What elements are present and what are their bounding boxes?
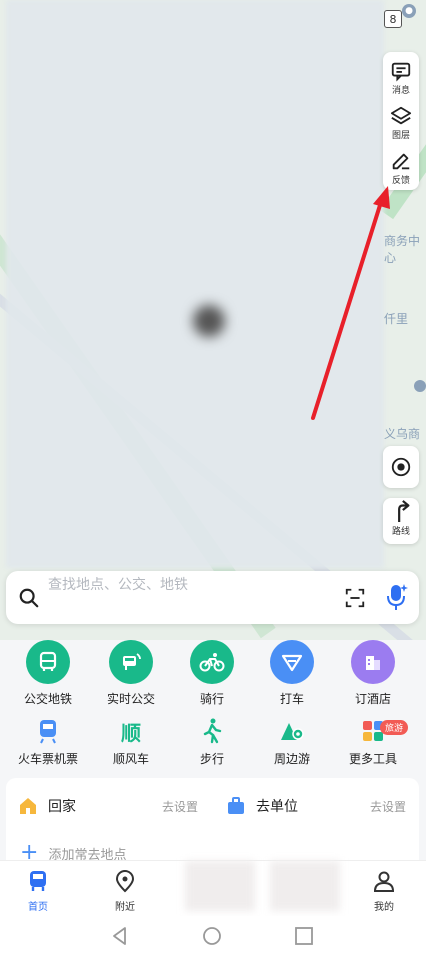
- carpool-icon: 顺: [121, 720, 141, 745]
- walking-icon: [197, 716, 227, 746]
- person-icon: [373, 871, 395, 892]
- search-input[interactable]: 查找地点、公交、地铁: [48, 574, 188, 594]
- secondary-action-label: 步行: [199, 752, 224, 766]
- nav-profile-label: 我的: [374, 902, 394, 913]
- home-circle-icon[interactable]: [202, 926, 222, 946]
- map-label: 仟里: [384, 312, 409, 326]
- mountain-pin-icon: [277, 716, 307, 746]
- walking-button[interactable]: 步行: [170, 706, 254, 767]
- target-icon: [391, 457, 411, 477]
- voice-assistant-icon[interactable]: [384, 583, 408, 611]
- secondary-action-label: 周边游: [273, 752, 310, 766]
- taxi-icon: [270, 640, 314, 684]
- location-pin-icon: ●: [402, 4, 416, 18]
- carpool-button[interactable]: 顺 顺风车: [89, 706, 173, 767]
- system-nav-bar: [0, 916, 426, 956]
- bicycle-icon: [190, 640, 234, 684]
- realtime-bus-button[interactable]: 实时公交: [89, 632, 173, 707]
- layers-icon: [390, 106, 412, 125]
- blurred-location-marker: [193, 305, 225, 337]
- route-arrow-icon: [398, 500, 410, 522]
- secondary-action-label: 火车票机票: [17, 752, 78, 766]
- map-label: 商务中心: [384, 234, 421, 265]
- home-icon: [20, 798, 36, 814]
- work-shortcut[interactable]: 去单位: [226, 796, 298, 816]
- quick-action-label: 骑行: [199, 692, 224, 706]
- home-set-link[interactable]: 去设置: [162, 798, 198, 815]
- taxi-button[interactable]: 打车: [250, 632, 334, 707]
- map-label: 义乌商: [384, 427, 421, 441]
- search-icon: [19, 588, 39, 608]
- quick-action-label: 订酒店: [354, 692, 391, 706]
- nav-home[interactable]: 首页: [8, 869, 68, 913]
- route-button[interactable]: 路线: [383, 498, 419, 544]
- map-view[interactable]: 8 ● 商务中心 仟里 义乌商: [0, 0, 426, 640]
- scan-icon[interactable]: [344, 587, 366, 609]
- bus-subway-button[interactable]: 公交地铁: [6, 632, 90, 707]
- work-set-link[interactable]: 去设置: [370, 798, 406, 815]
- travel-badge: 旅游: [380, 720, 409, 735]
- quick-action-label: 打车: [279, 692, 304, 706]
- layers-button[interactable]: 图层: [383, 99, 419, 143]
- nav-nearby-label: 附近: [115, 902, 135, 913]
- nearby-tour-button[interactable]: 周边游: [250, 706, 334, 767]
- layers-label: 图层: [391, 131, 410, 141]
- poi-marker-icon: [414, 380, 426, 392]
- blurred-nav-item: [185, 861, 255, 911]
- grid-apps-icon: 旅游: [358, 716, 409, 746]
- map-toolbar: 消息 图层 反馈: [383, 52, 419, 190]
- status-badge: 8: [384, 10, 402, 28]
- map-pin-icon: [115, 870, 135, 893]
- locate-me-button[interactable]: [383, 446, 419, 488]
- realtime-bus-icon: [109, 640, 153, 684]
- feedback-button[interactable]: 反馈: [383, 144, 419, 188]
- blurred-nav-item: [270, 861, 340, 911]
- pencil-icon: [392, 153, 410, 170]
- briefcase-icon: [228, 797, 244, 814]
- quick-action-label: 公交地铁: [23, 692, 72, 706]
- bottom-nav: 首页 附近 我的: [0, 860, 426, 917]
- message-icon: [391, 62, 411, 82]
- back-icon[interactable]: [110, 926, 130, 946]
- nav-nearby[interactable]: 附近: [95, 869, 155, 913]
- feedback-label: 反馈: [391, 176, 410, 186]
- route-label: 路线: [391, 527, 410, 537]
- cycling-button[interactable]: 骑行: [170, 632, 254, 707]
- recent-apps-icon[interactable]: [294, 926, 314, 946]
- train-icon: [33, 716, 63, 746]
- bus-icon: [26, 640, 70, 684]
- nav-profile[interactable]: 我的: [354, 869, 414, 913]
- train-flight-button[interactable]: 火车票机票: [6, 706, 90, 767]
- search-bar[interactable]: 查找地点、公交、地铁: [6, 571, 419, 624]
- blurred-map-region: [6, 0, 384, 568]
- hotel-button[interactable]: 订酒店: [331, 632, 415, 707]
- nav-home-label: 首页: [28, 902, 48, 913]
- secondary-action-label: 更多工具: [348, 752, 397, 766]
- secondary-action-label: 顺风车: [112, 752, 149, 766]
- home-label: 回家: [48, 799, 76, 815]
- work-label: 去单位: [256, 799, 298, 815]
- quick-action-label: 实时公交: [106, 692, 155, 706]
- messages-button[interactable]: 消息: [383, 54, 419, 98]
- home-shortcut[interactable]: 回家: [18, 796, 76, 816]
- hotel-icon: [351, 640, 395, 684]
- bus-icon: [30, 871, 46, 891]
- more-tools-button[interactable]: 旅游 更多工具: [331, 706, 415, 767]
- messages-label: 消息: [391, 86, 410, 96]
